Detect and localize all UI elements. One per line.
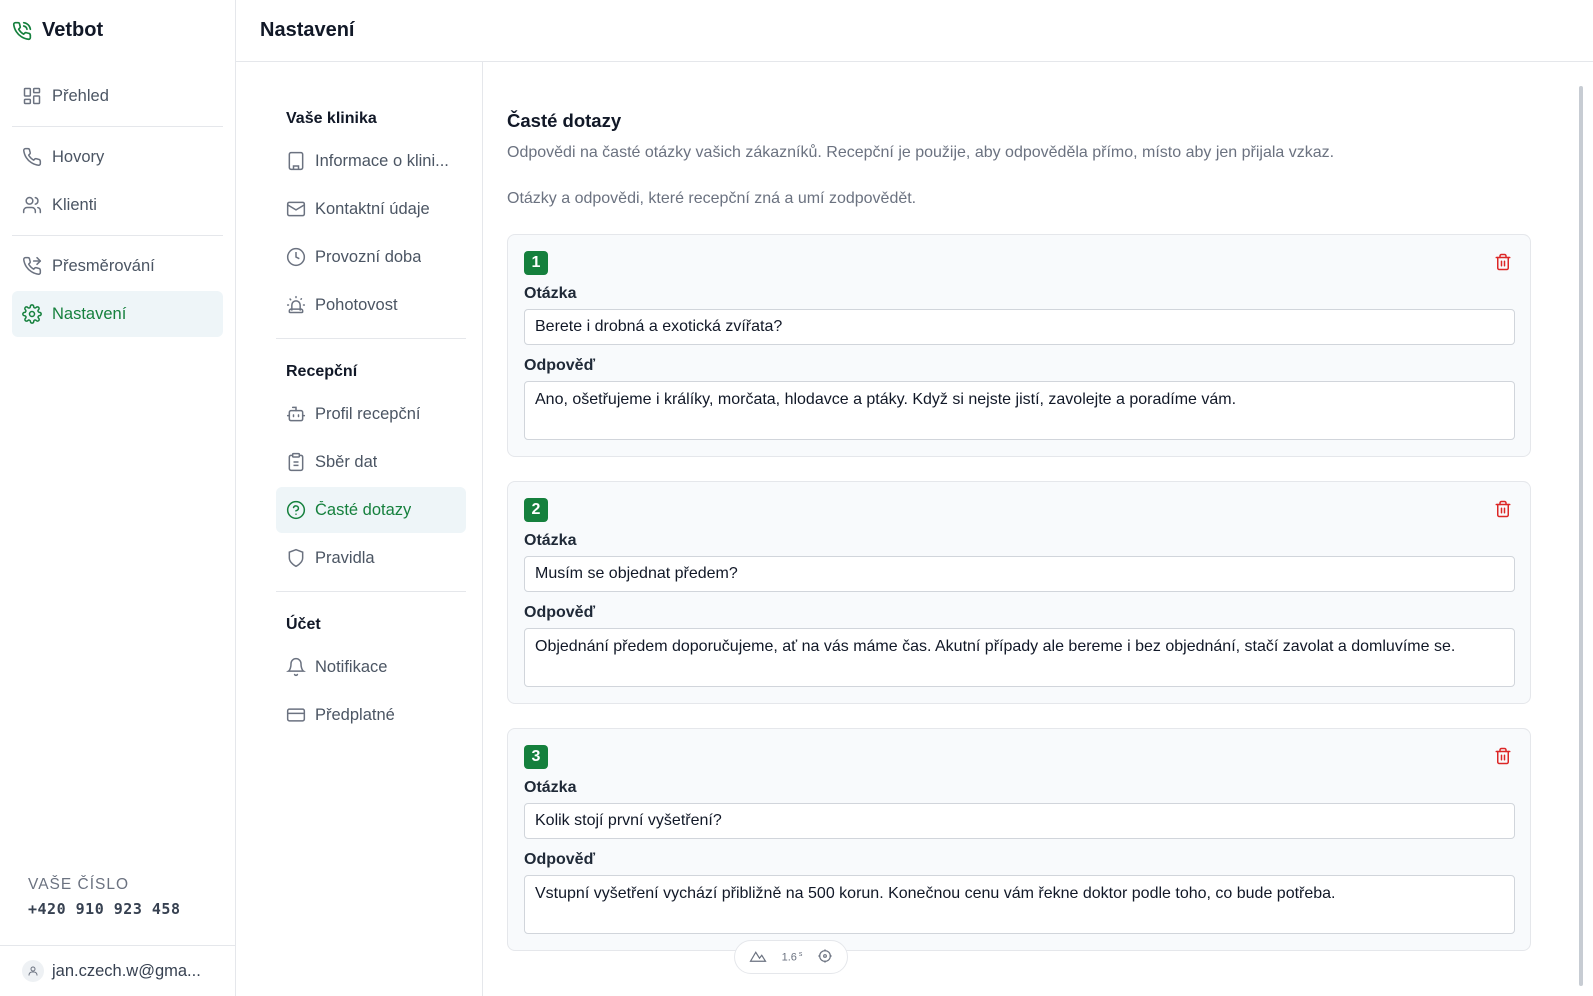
page-title: Nastavení <box>260 19 355 41</box>
question-label: Otázka <box>524 532 577 549</box>
phone-forward-icon <box>22 256 42 276</box>
settings-nav: Vaše klinika Informace o klini... Kontak… <box>236 62 483 996</box>
subnav-item-pohotovost[interactable]: Pohotovost <box>276 282 466 328</box>
answer-textarea[interactable]: Ano, ošetřujeme i králíky, morčata, hlod… <box>524 381 1515 440</box>
mail-icon <box>286 199 306 219</box>
question-input[interactable]: Kolik stojí první vyšetření? <box>524 803 1515 839</box>
faq-number-badge: 2 <box>524 498 548 522</box>
subnav-item-label: Předplatné <box>315 705 395 724</box>
crosshair-icon <box>817 948 833 967</box>
divider <box>12 235 223 236</box>
faq-number-badge: 1 <box>524 251 548 275</box>
subnav-group-title: Recepční <box>286 363 358 380</box>
question-label: Otázka <box>524 285 577 302</box>
sidebar-item-label: Klienti <box>52 195 97 214</box>
subnav-group-title: Vaše klinika <box>286 110 377 127</box>
sidebar-item-nastaveni[interactable]: Nastavení <box>12 291 223 337</box>
sidebar-item-klienti[interactable]: Klienti <box>12 182 223 228</box>
question-input[interactable]: Musím se objednat předem? <box>524 556 1515 592</box>
subnav-item-label: Profil recepční <box>315 404 421 423</box>
building-icon <box>286 151 306 171</box>
sidebar-item-label: Přesměrování <box>52 256 155 275</box>
answer-label: Odpověď <box>524 357 596 374</box>
help-circle-icon <box>286 500 306 520</box>
question-input[interactable]: Berete i drobná a exotická zvířata? <box>524 309 1515 345</box>
subnav-item-label: Informace o klini... <box>315 151 449 170</box>
shield-icon <box>286 548 306 568</box>
sidebar: Vetbot Přehled Hovory Klienti Přesměrová… <box>0 0 236 996</box>
faq-number-badge: 3 <box>524 745 548 769</box>
topbar: Nastavení <box>236 0 1593 62</box>
faq-section: Časté dotazy Odpovědi na časté otázky va… <box>483 62 1593 996</box>
subnav-item-predplatne[interactable]: Předplatné <box>276 692 466 738</box>
phone-logo-icon <box>12 21 32 41</box>
subnav-item-label: Časté dotazy <box>315 500 412 519</box>
faq-card: 3 Otázka Kolik stojí první vyšetření? Od… <box>507 728 1531 951</box>
subnav-item-provozni-doba[interactable]: Provozní doba <box>276 234 466 280</box>
trash-icon[interactable] <box>1494 253 1512 271</box>
siren-icon <box>286 295 306 315</box>
clock-icon <box>286 247 306 267</box>
grid-icon <box>22 86 42 106</box>
subnav-item-caste-dotazy[interactable]: Časté dotazy <box>276 487 466 533</box>
subnav-item-kontakt[interactable]: Kontaktní údaje <box>276 186 466 232</box>
mountain-icon <box>748 949 767 966</box>
devtools-value: 1.6 s <box>781 950 803 964</box>
phone-label: VAŠE ČÍSLO <box>28 876 130 893</box>
answer-label: Odpověď <box>524 851 596 868</box>
content: Vaše klinika Informace o klini... Kontak… <box>236 62 1593 996</box>
credit-card-icon <box>286 705 306 725</box>
clipboard-icon <box>286 452 306 472</box>
trash-icon[interactable] <box>1494 500 1512 518</box>
devtools-indicator[interactable]: 1.6 s <box>734 940 848 974</box>
trash-icon[interactable] <box>1494 747 1512 765</box>
sidebar-item-hovory[interactable]: Hovory <box>12 134 223 180</box>
brand[interactable]: Vetbot <box>0 0 235 61</box>
faq-card: 2 Otázka Musím se objednat předem? Odpov… <box>507 481 1531 704</box>
sidebar-item-label: Nastavení <box>52 304 127 323</box>
sidebar-item-label: Hovory <box>52 147 105 166</box>
main-nav: Přehled Hovory Klienti Přesměrování Nast… <box>0 61 235 339</box>
subnav-item-label: Pravidla <box>315 548 375 567</box>
answer-textarea[interactable]: Vstupní vyšetření vychází přibližně na 5… <box>524 875 1515 934</box>
subnav-item-label: Notifikace <box>315 657 388 676</box>
user-menu[interactable]: jan.czech.w@gma... <box>0 945 235 996</box>
subnav-item-label: Pohotovost <box>315 295 398 314</box>
section-subtitle: Otázky a odpovědi, které recepční zná a … <box>507 190 917 207</box>
answer-label: Odpověď <box>524 604 596 621</box>
sidebar-item-presmerovani[interactable]: Přesměrování <box>12 243 223 289</box>
section-description: Odpovědi na časté otázky vašich zákazník… <box>507 144 1335 161</box>
question-label: Otázka <box>524 779 577 796</box>
subnav-item-label: Kontaktní údaje <box>315 199 430 218</box>
subnav-item-sber-dat[interactable]: Sběr dat <box>276 439 466 485</box>
answer-textarea[interactable]: Objednání předem doporučujeme, ať na vás… <box>524 628 1515 687</box>
divider <box>12 126 223 127</box>
subnav-item-profil[interactable]: Profil recepční <box>276 391 466 437</box>
phone-number-box: VAŠE ČÍSLO +420 910 923 458 <box>28 876 181 918</box>
sidebar-item-label: Přehled <box>52 86 109 105</box>
subnav-item-label: Sběr dat <box>315 452 378 471</box>
sidebar-item-prehled[interactable]: Přehled <box>12 73 223 119</box>
phone-number: +420 910 923 458 <box>28 900 181 918</box>
phone-icon <box>22 147 42 167</box>
bell-icon <box>286 657 306 677</box>
section-title: Časté dotazy <box>507 110 622 131</box>
subnav-item-informace[interactable]: Informace o klini... <box>276 138 466 184</box>
subnav-item-label: Provozní doba <box>315 247 422 266</box>
user-email: jan.czech.w@gma... <box>52 961 201 980</box>
faq-card: 1 Otázka Berete i drobná a exotická zvíř… <box>507 234 1531 457</box>
bot-icon <box>286 404 306 424</box>
subnav-item-pravidla[interactable]: Pravidla <box>276 535 466 581</box>
scrollbar[interactable] <box>1579 86 1583 986</box>
users-icon <box>22 195 42 215</box>
main: Nastavení Vaše klinika Informace o klini… <box>236 0 1593 996</box>
subnav-item-notifikace[interactable]: Notifikace <box>276 644 466 690</box>
app-name: Vetbot <box>42 19 104 41</box>
avatar <box>22 960 44 982</box>
gear-icon <box>22 304 42 324</box>
subnav-group-title: Účet <box>286 616 321 633</box>
